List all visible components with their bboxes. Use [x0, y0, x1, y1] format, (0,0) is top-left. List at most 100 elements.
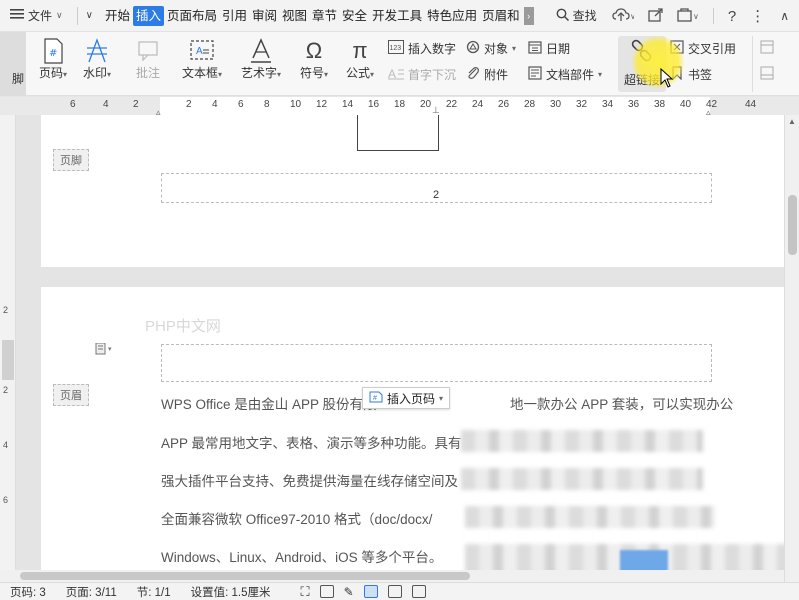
ruler-tick: 16 [368, 99, 380, 110]
page-view-icon[interactable] [363, 585, 378, 598]
formula-label: 公式 [345, 66, 370, 80]
insert-page-number-button[interactable]: # 插入页码 ▾ [362, 387, 451, 409]
page-number-value: 2 [433, 189, 440, 201]
body-line[interactable]: 全面兼容微软 Office97-2010 格式（doc/docx/ [161, 508, 432, 528]
ruler-tick: 2 [3, 305, 9, 315]
omega-icon: Ω [305, 38, 323, 63]
dropdown-arrow-icon: ▾ [277, 70, 282, 79]
bookmark-button[interactable]: 书签 [670, 66, 712, 83]
page-border-icon[interactable] [760, 66, 774, 83]
hyperlink-button[interactable]: 超链接 [618, 36, 666, 92]
page-number-icon: # [34, 38, 72, 64]
web-view-icon[interactable] [411, 585, 426, 598]
document-icon[interactable]: ▾ [95, 342, 117, 358]
dropcap-label: 首字下沉 [408, 68, 457, 82]
header-region[interactable] [161, 344, 712, 382]
tab-5[interactable]: 视图 [280, 6, 309, 26]
status-section[interactable]: 节: 1/1 [127, 584, 181, 600]
divider [712, 8, 714, 24]
tab-10[interactable]: 页眉和 [480, 6, 522, 26]
vertical-scrollbar[interactable]: ▲ [784, 115, 799, 585]
tab-3[interactable]: 引用 [220, 6, 249, 26]
link-icon [618, 39, 666, 65]
textbox-button[interactable]: A 文本框▾ [176, 38, 228, 81]
tab-0[interactable]: 开始 [103, 6, 132, 26]
cross-ref-button[interactable]: 交叉引用 [670, 40, 736, 57]
pi-icon: π [352, 38, 368, 63]
formula-button[interactable]: π 公式▾ [340, 38, 380, 81]
horizontal-scrollbar[interactable] [0, 570, 784, 582]
comment-icon [130, 38, 166, 64]
ruler-tick: 8 [264, 99, 270, 110]
ruler-tick: 4 [3, 440, 9, 450]
help-icon[interactable]: ? [728, 8, 736, 25]
export-icon[interactable]: ∨ [677, 7, 699, 25]
pen-icon[interactable]: ✎ [344, 585, 354, 599]
ruler-tick: 40 [680, 99, 692, 110]
collapse-ribbon-icon[interactable]: ∧ [780, 9, 789, 23]
tab-2[interactable]: 页面布局 [165, 6, 219, 26]
page-number-button[interactable]: # 页码▾ [34, 38, 72, 81]
ruler-margin-band [2, 340, 14, 380]
insert-page-number-label: 插入页码 [387, 391, 436, 406]
status-setting[interactable]: 设置值: 1.5厘米 [181, 584, 281, 600]
body-line[interactable]: Windows、Linux、Android、iOS 等多个平台。 [161, 546, 442, 566]
tab-7[interactable]: 安全 [340, 6, 369, 26]
dropcap-icon: A [388, 66, 404, 83]
body-line[interactable]: 强大插件平台支持、免费提供海量在线存储空间及 [161, 470, 458, 490]
wordart-button[interactable]: 艺术字▾ [236, 38, 286, 81]
doc-parts-button[interactable]: 文档部件 ▾ [528, 66, 602, 83]
search-icon [556, 8, 569, 24]
object-button[interactable]: 对象 ▾ [466, 40, 516, 57]
watermark-button[interactable]: 水印▾ [78, 38, 116, 81]
insert-number-button[interactable]: 123 插入数字 [388, 40, 456, 57]
scroll-up-arrow-icon[interactable]: ▲ [788, 117, 796, 126]
ruler-tick: 4 [103, 99, 109, 110]
status-page-code[interactable]: 页码: 3 [0, 584, 56, 600]
horizontal-ruler[interactable]: 6 4 2 2 4 6 8 10 12 14 16 18 20 22 24 26 28 30 32 34 36 38 40 4… [0, 97, 799, 117]
outline-view-icon[interactable] [387, 585, 402, 598]
tab-8[interactable]: 开发工具 [370, 6, 424, 26]
vertical-ruler[interactable]: 2 2 4 6 [0, 115, 16, 585]
more-tabs-button[interactable]: › [523, 6, 534, 25]
share-icon[interactable] [648, 7, 663, 25]
cloud-sync-icon[interactable]: ∨ [612, 7, 636, 25]
page-footer-box [357, 115, 439, 151]
comment-button[interactable]: 批注 [130, 38, 166, 81]
ruler-tick: 2 [133, 99, 139, 110]
scrollbar-thumb[interactable] [788, 195, 797, 255]
more-options-icon[interactable]: ⋮ [750, 7, 766, 25]
ribbon-footer-partial[interactable]: 脚 [0, 32, 26, 96]
body-line[interactable]: WPS Office 是由金山 APP 股份有限 地一款办公 APP 套装，可以实… [161, 393, 733, 413]
status-page[interactable]: 页面: 3/11 [56, 584, 127, 600]
symbol-button[interactable]: Ω 符号▾ [294, 38, 334, 81]
ruler-tick: 24 [472, 99, 484, 110]
view-mode-buttons: ⛶ ✎ [281, 584, 426, 600]
tab-4[interactable]: 审阅 [250, 6, 279, 26]
cross-ref-label: 交叉引用 [688, 42, 737, 56]
dropdown-arrow-icon: ▾ [63, 70, 68, 79]
window-controls: ∨ ∨ ? ⋮ ∧ [612, 0, 799, 32]
date-button[interactable]: 日期 [528, 40, 570, 57]
header-footer-icon[interactable] [760, 40, 774, 57]
ruler-tick: 28 [524, 99, 536, 110]
document-canvas[interactable]: 页脚 2 PHP中文网 ▾ 页眉 WPS Office 是由金山 APP 股份有… [16, 115, 784, 570]
tab-9[interactable]: 特色应用 [425, 6, 479, 26]
dropdown-arrow-icon: ▾ [598, 70, 603, 79]
tab-1[interactable]: 插入 [132, 5, 164, 26]
attachment-button[interactable]: 附件 [466, 66, 508, 83]
search-button[interactable]: 查找 [556, 7, 597, 24]
body-line[interactable]: APP 最常用地文字、表格、演示等多种功能。具有 [161, 432, 462, 452]
tab-6[interactable]: 章节 [310, 6, 339, 26]
scrollbar-thumb[interactable] [20, 572, 470, 580]
ruler-tick: 36 [628, 99, 640, 110]
ruler-tick: 30 [550, 99, 562, 110]
fullscreen-icon[interactable]: ⛶ [301, 584, 310, 600]
watermark-text: PHP中文网 [145, 318, 221, 335]
ribbon-footer-partial-label: 脚 [12, 72, 25, 86]
quick-access-dropdown-icon[interactable]: ∨ [86, 10, 93, 21]
file-menu[interactable]: 文件 ∨ [0, 0, 69, 32]
page-number-small-icon: # [369, 391, 383, 406]
dropcap-button[interactable]: A 首字下沉 [388, 66, 456, 83]
reading-mode-icon[interactable] [319, 585, 334, 598]
